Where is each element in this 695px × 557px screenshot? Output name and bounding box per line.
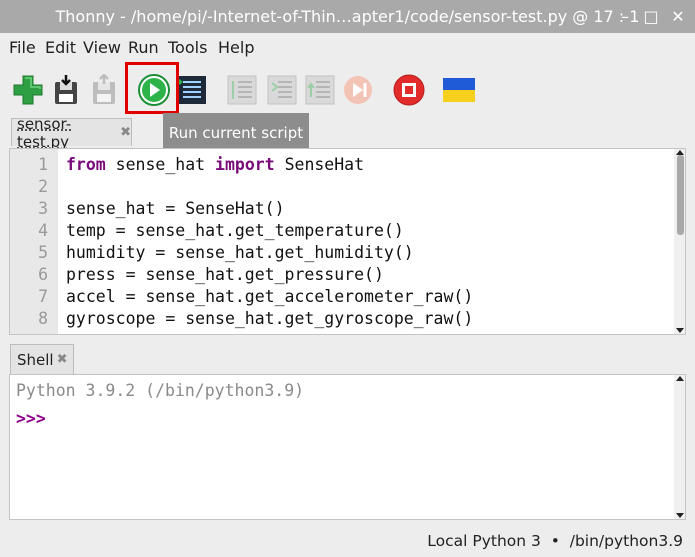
scroll-up-arrow-icon[interactable] — [676, 376, 684, 381]
scroll-down-arrow-icon[interactable] — [676, 513, 684, 518]
step-into-button[interactable] — [265, 73, 299, 107]
code-line[interactable]: 5 humidity = sense_hat.get_humidity() — [10, 242, 670, 264]
code-text: temp = sense_hat.get_temperature() — [66, 220, 404, 242]
code-text: humidity = sense_hat.get_humidity() — [66, 242, 414, 264]
line-number: 5 — [38, 243, 48, 262]
code-token: accel = sense_hat.get_accelerometer_raw(… — [66, 287, 474, 306]
code-line[interactable]: 3 sense_hat = SenseHat() — [10, 198, 670, 220]
code-line[interactable]: 1 from sense_hat import SenseHat — [10, 154, 670, 176]
line-number: 7 — [38, 287, 48, 306]
run-button-highlight — [125, 62, 179, 114]
window-title: Thonny - /home/pi/-Internet-of-Thin…apte… — [55, 7, 640, 26]
menu-file[interactable]: File — [9, 38, 36, 57]
shell-banner: Python 3.9.2 (/bin/python3.9) — [16, 381, 305, 400]
code-token: gyroscope = sense_hat.get_gyroscope_raw(… — [66, 309, 474, 328]
step-over-icon — [227, 75, 257, 105]
menu-run[interactable]: Run — [128, 38, 159, 57]
shell-tab-bar: Shell ✖ — [0, 342, 695, 374]
scrollbar-thumb[interactable] — [677, 155, 684, 235]
code-text: from sense_hat import SenseHat — [66, 154, 364, 176]
menu-bar: File Edit View Run Tools Help — [0, 33, 695, 61]
code-line[interactable]: 7 accel = sense_hat.get_accelerometer_raw… — [10, 286, 670, 308]
code-keyword: from — [66, 155, 106, 174]
code-token: sense_hat — [105, 155, 216, 174]
code-text: gyroscope = sense_hat.get_gyroscope_raw(… — [66, 308, 473, 330]
line-number: 8 — [38, 309, 48, 328]
step-over-button[interactable] — [225, 73, 259, 107]
resume-icon — [344, 76, 372, 104]
new-file-button[interactable] — [11, 73, 45, 107]
status-bar: Local Python 3 • /bin/python3.9 — [0, 524, 695, 557]
line-number: 1 — [38, 155, 48, 174]
code-token: press = sense_hat.get_pressure() — [66, 265, 384, 284]
code-line[interactable]: 8 gyroscope = sense_hat.get_gyroscope_raw… — [10, 308, 670, 330]
editor-tab[interactable]: sensor-test.py ✖ — [11, 115, 132, 151]
run-tooltip: Run current script — [163, 113, 309, 153]
save-disk-icon — [93, 74, 115, 104]
save-file-button[interactable] — [87, 73, 121, 107]
debug-button[interactable] — [175, 73, 209, 107]
code-line[interactable]: 6 press = sense_hat.get_pressure() — [10, 264, 670, 286]
code-token: sense_hat = SenseHat() — [66, 199, 285, 218]
step-out-icon — [305, 75, 335, 105]
editor-scrollbar[interactable] — [674, 149, 685, 334]
code-token: SenseHat — [274, 155, 365, 174]
line-number: 3 — [38, 199, 48, 218]
debug-icon — [178, 76, 206, 104]
close-window-button[interactable]: ✕ — [670, 9, 686, 25]
support-ukraine-button[interactable] — [442, 73, 476, 107]
code-editor[interactable]: 1 from sense_hat import SenseHat 2 3 sense_h… — [9, 148, 686, 335]
scroll-down-arrow-icon[interactable] — [676, 328, 684, 333]
interpreter-status[interactable]: Local Python 3 • /bin/python3.9 — [427, 532, 683, 550]
toolbar — [0, 64, 695, 116]
shell-prompt: >>> — [16, 409, 46, 428]
close-icon[interactable]: ✖ — [57, 352, 68, 367]
resume-button[interactable] — [341, 73, 375, 107]
code-line[interactable]: 4 temp = sense_hat.get_temperature() — [10, 220, 670, 242]
close-icon[interactable]: ✖ — [120, 125, 131, 140]
load-disk-icon — [55, 75, 77, 104]
minimize-button[interactable]: – — [617, 9, 633, 25]
code-text: sense_hat = SenseHat() — [66, 198, 285, 220]
step-into-icon — [267, 75, 297, 105]
line-number: 6 — [38, 265, 48, 284]
code-token: temp = sense_hat.get_temperature() — [66, 221, 404, 240]
code-line[interactable]: 2 — [10, 176, 670, 198]
menu-help[interactable]: Help — [218, 38, 254, 57]
line-number: 2 — [38, 177, 48, 196]
shell-tab[interactable]: Shell ✖ — [10, 344, 74, 374]
editor-tab-bar: sensor-test.py ✖ — [0, 115, 695, 151]
line-number: 4 — [38, 221, 48, 240]
shell-scrollbar[interactable] — [674, 375, 685, 519]
ukraine-flag-icon — [443, 78, 475, 102]
code-text: accel = sense_hat.get_accelerometer_raw(… — [66, 286, 473, 308]
stop-icon — [393, 74, 425, 106]
menu-view[interactable]: View — [83, 38, 121, 57]
step-out-button[interactable] — [303, 73, 337, 107]
code-keyword: import — [215, 155, 275, 174]
editor-tab-label: sensor-test.py — [17, 114, 72, 151]
code-token: humidity = sense_hat.get_humidity() — [66, 243, 414, 262]
menu-edit[interactable]: Edit — [45, 38, 76, 57]
maximize-button[interactable]: □ — [643, 9, 659, 25]
title-bar: Thonny - /home/pi/-Internet-of-Thin…apte… — [0, 0, 695, 33]
load-file-button[interactable] — [49, 73, 83, 107]
plus-icon — [13, 75, 43, 105]
code-text: press = sense_hat.get_pressure() — [66, 264, 384, 286]
shell-panel[interactable]: Python 3.9.2 (/bin/python3.9) >>> — [9, 374, 686, 520]
shell-tab-label: Shell — [17, 350, 54, 369]
stop-button[interactable] — [392, 73, 426, 107]
menu-tools[interactable]: Tools — [168, 38, 207, 57]
